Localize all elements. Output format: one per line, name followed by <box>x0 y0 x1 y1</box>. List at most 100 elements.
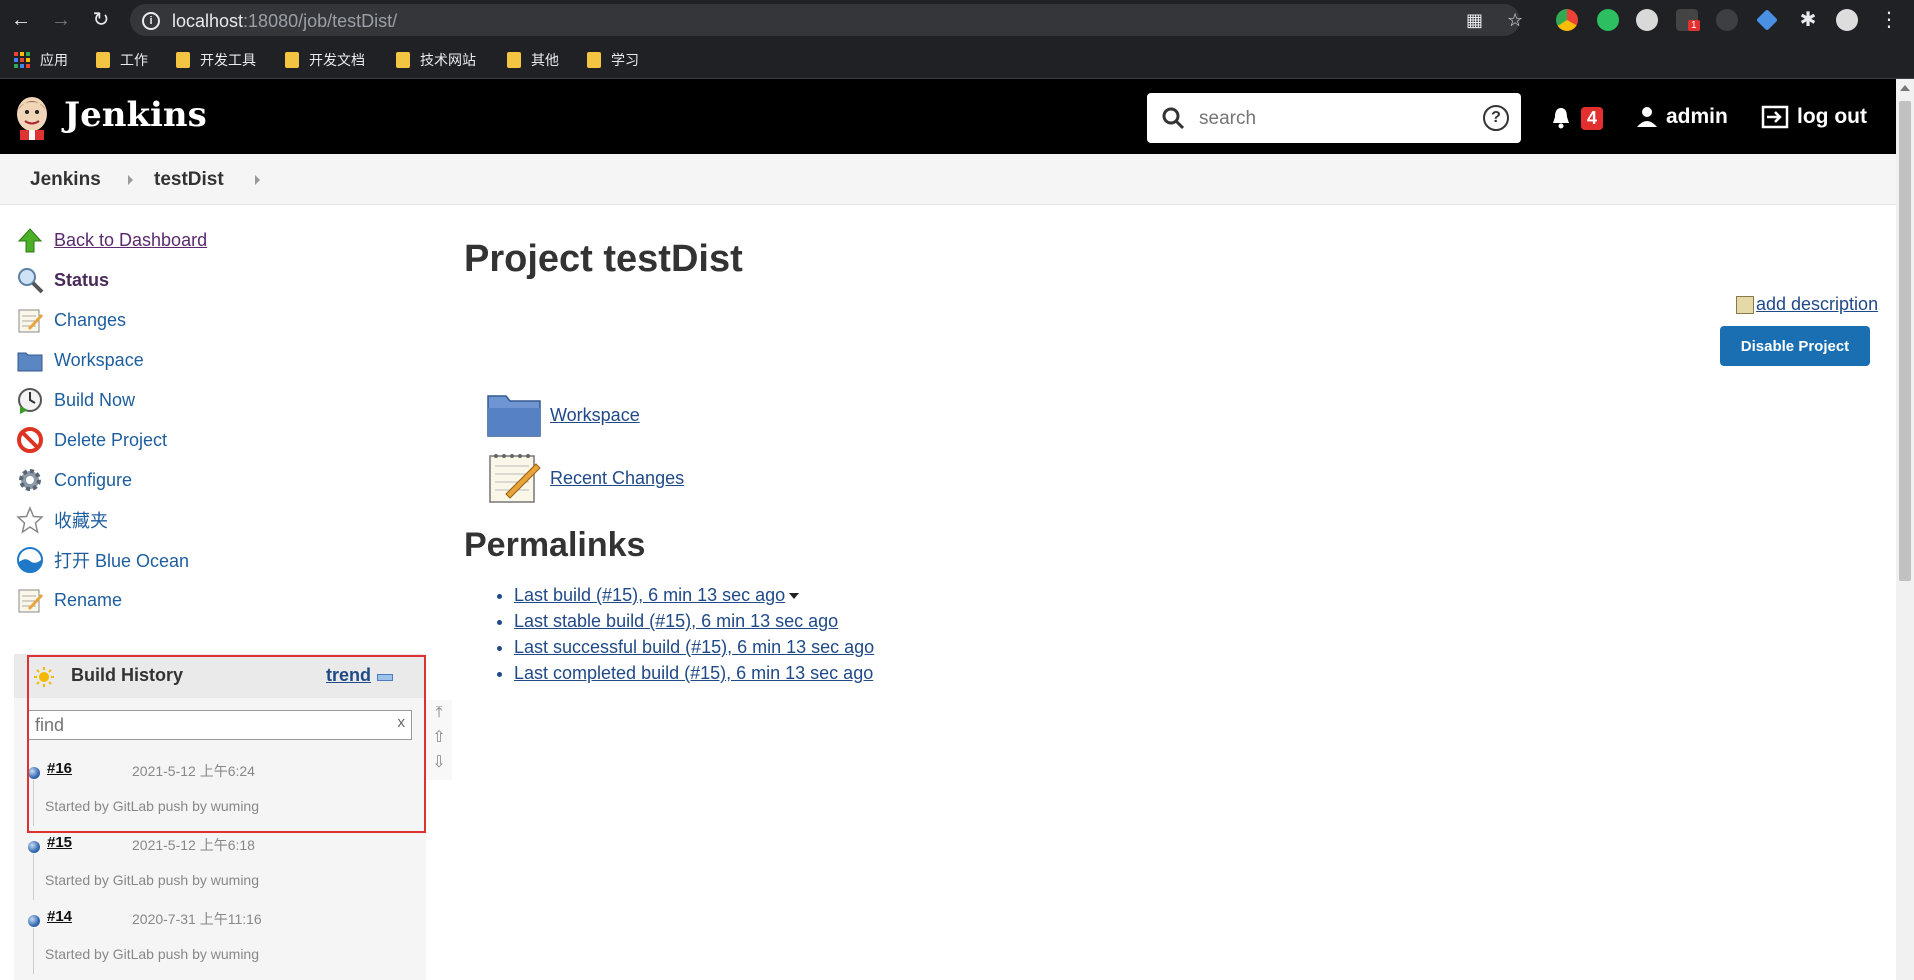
build-number-link[interactable]: #15 <box>47 834 72 851</box>
address-bar[interactable]: i localhost:18080/job/testDist/ ▦ ☆ <box>130 4 1523 36</box>
task-label[interactable]: Workspace <box>54 350 144 371</box>
no-entry-icon <box>17 427 43 453</box>
disable-project-button[interactable]: Disable Project <box>1720 326 1870 366</box>
task-favorites[interactable]: 收藏夹 <box>16 505 108 535</box>
bookmark-folder-devtools[interactable]: 开发工具 <box>176 50 256 70</box>
timeline-line <box>33 928 34 974</box>
bookmark-apps[interactable]: 应用 <box>14 50 68 70</box>
search-input[interactable] <box>1197 103 1471 135</box>
scrollbar-thumb[interactable] <box>1899 101 1911 581</box>
magnifier-icon <box>18 268 44 294</box>
bell-icon[interactable] <box>1549 106 1573 130</box>
workspace-link[interactable]: Workspace <box>550 405 640 426</box>
chrome-extension-icon[interactable] <box>1556 9 1578 31</box>
scroll-to-top-icon[interactable]: ⤒ <box>426 700 452 725</box>
notification-badge[interactable]: 4 <box>1581 107 1604 130</box>
annotation-highlight-box <box>27 655 426 833</box>
permalinks-list: Last build (#15), 6 min 13 sec ago Last … <box>486 582 874 686</box>
task-rename[interactable]: Rename <box>16 585 122 615</box>
search-box: ? <box>1147 93 1521 143</box>
jenkins-butler-logo-icon[interactable] <box>12 94 52 140</box>
breadcrumb-item-testdist[interactable]: testDist <box>154 169 224 191</box>
up-arrow-icon <box>17 228 43 253</box>
folder-icon <box>487 395 541 437</box>
bookmarks-bar: 应用 工作 开发工具 开发文档 技术网站 其他 学习 <box>0 40 1914 79</box>
evernote-extension-icon[interactable] <box>1597 9 1619 31</box>
task-label[interactable]: Status <box>54 270 109 291</box>
task-status[interactable]: Status <box>16 265 109 295</box>
page-scrollbar[interactable] <box>1896 79 1914 980</box>
task-label[interactable]: Configure <box>54 470 132 491</box>
permalink-last-completed-build[interactable]: Last completed build (#15), 6 min 13 sec… <box>514 663 873 683</box>
task-label[interactable]: Build Now <box>54 390 135 411</box>
add-description-label: add description <box>1756 294 1879 314</box>
list-item: Last build (#15), 6 min 13 sec ago <box>514 582 874 608</box>
add-description-link[interactable]: add description <box>1736 294 1878 315</box>
task-label[interactable]: Rename <box>54 590 122 611</box>
task-label[interactable]: Delete Project <box>54 430 167 451</box>
task-blue-ocean[interactable]: 打开 Blue Ocean <box>16 545 189 575</box>
task-configure[interactable]: Configure <box>16 465 132 495</box>
notepad-icon <box>489 454 541 503</box>
recent-changes-link[interactable]: Recent Changes <box>550 468 684 489</box>
recent-changes-link-row[interactable]: Recent Changes <box>486 450 684 506</box>
translate-icon[interactable]: ▦ <box>1466 10 1483 31</box>
notepad-icon <box>18 589 43 613</box>
build-row[interactable]: #14 2020-7-31 上午11:16 Started by GitLab … <box>24 906 418 980</box>
bookmark-folder-techsites[interactable]: 技术网站 <box>396 50 476 70</box>
diamond-extension-icon[interactable] <box>1756 9 1778 31</box>
workspace-link-row[interactable]: Workspace <box>486 390 640 440</box>
folder-icon <box>17 352 43 372</box>
task-label[interactable]: Back to Dashboard <box>54 230 207 251</box>
profile-avatar-icon[interactable] <box>1836 9 1858 31</box>
jenkins-brand[interactable]: Jenkins <box>64 95 207 135</box>
browser-toolbar: ← → ↻ i localhost:18080/job/testDist/ ▦ … <box>0 0 1914 40</box>
back-arrow-icon[interactable]: ← <box>8 7 34 33</box>
list-item: Last stable build (#15), 6 min 13 sec ag… <box>514 608 874 634</box>
build-status-blue-icon <box>28 841 40 853</box>
reload-icon[interactable]: ↻ <box>88 7 114 33</box>
url-text[interactable]: localhost:18080/job/testDist/ <box>172 11 397 32</box>
bookmark-folder-study[interactable]: 学习 <box>587 50 639 70</box>
scroll-down-icon[interactable]: ⇩ <box>426 750 452 775</box>
task-build-now[interactable]: Build Now <box>16 385 135 415</box>
folder-icon <box>587 52 601 68</box>
forward-arrow-icon[interactable]: → <box>48 7 74 33</box>
bookmark-folder-devdocs[interactable]: 开发文档 <box>285 50 365 70</box>
dropdown-caret-icon[interactable] <box>789 593 800 600</box>
folder-icon <box>96 52 110 68</box>
scroll-up-icon[interactable]: ⇧ <box>426 725 452 750</box>
permalink-last-stable-build[interactable]: Last stable build (#15), 6 min 13 sec ag… <box>514 611 838 631</box>
logout-link[interactable]: log out <box>1761 105 1867 129</box>
task-label[interactable]: Changes <box>54 310 126 331</box>
help-icon[interactable]: ? <box>1483 105 1509 131</box>
task-delete-project[interactable]: Delete Project <box>16 425 167 455</box>
breadcrumb-caret-icon[interactable] <box>255 175 260 185</box>
bookmark-star-icon[interactable]: ☆ <box>1507 10 1523 31</box>
screenshot-extension-icon[interactable]: 1 <box>1676 9 1700 31</box>
owl-extension-icon[interactable] <box>1636 9 1658 31</box>
scroll-up-arrow-icon[interactable] <box>1900 85 1910 91</box>
task-label[interactable]: 打开 Blue Ocean <box>54 547 189 573</box>
folder-icon <box>176 52 190 68</box>
breadcrumb-item-jenkins[interactable]: Jenkins <box>30 169 101 191</box>
user-menu[interactable]: admin <box>1636 105 1728 129</box>
task-workspace[interactable]: Workspace <box>16 345 144 375</box>
extensions-puzzle-icon[interactable]: ✱ <box>1795 7 1821 33</box>
build-number-link[interactable]: #14 <box>47 908 72 925</box>
task-changes[interactable]: Changes <box>16 305 126 335</box>
permalink-last-build[interactable]: Last build (#15), 6 min 13 sec ago <box>514 585 785 605</box>
breadcrumb-caret-icon[interactable] <box>128 175 133 185</box>
build-row[interactable]: #15 2021-5-12 上午6:18 Started by GitLab p… <box>24 832 418 906</box>
bookmark-label: 其他 <box>531 52 559 68</box>
task-back-to-dashboard[interactable]: Back to Dashboard <box>16 225 207 255</box>
recycle-extension-icon[interactable] <box>1716 9 1738 31</box>
task-label[interactable]: 收藏夹 <box>54 507 108 533</box>
site-info-icon[interactable]: i <box>142 12 160 30</box>
bookmark-folder-other[interactable]: 其他 <box>507 50 559 70</box>
permalink-last-successful-build[interactable]: Last successful build (#15), 6 min 13 se… <box>514 637 874 657</box>
bookmark-label: 学习 <box>611 52 639 68</box>
jenkins-header: Jenkins ? 4 admin log out <box>0 79 1896 154</box>
chrome-menu-icon[interactable]: ⋮ <box>1876 7 1902 33</box>
bookmark-folder-work[interactable]: 工作 <box>96 50 148 70</box>
